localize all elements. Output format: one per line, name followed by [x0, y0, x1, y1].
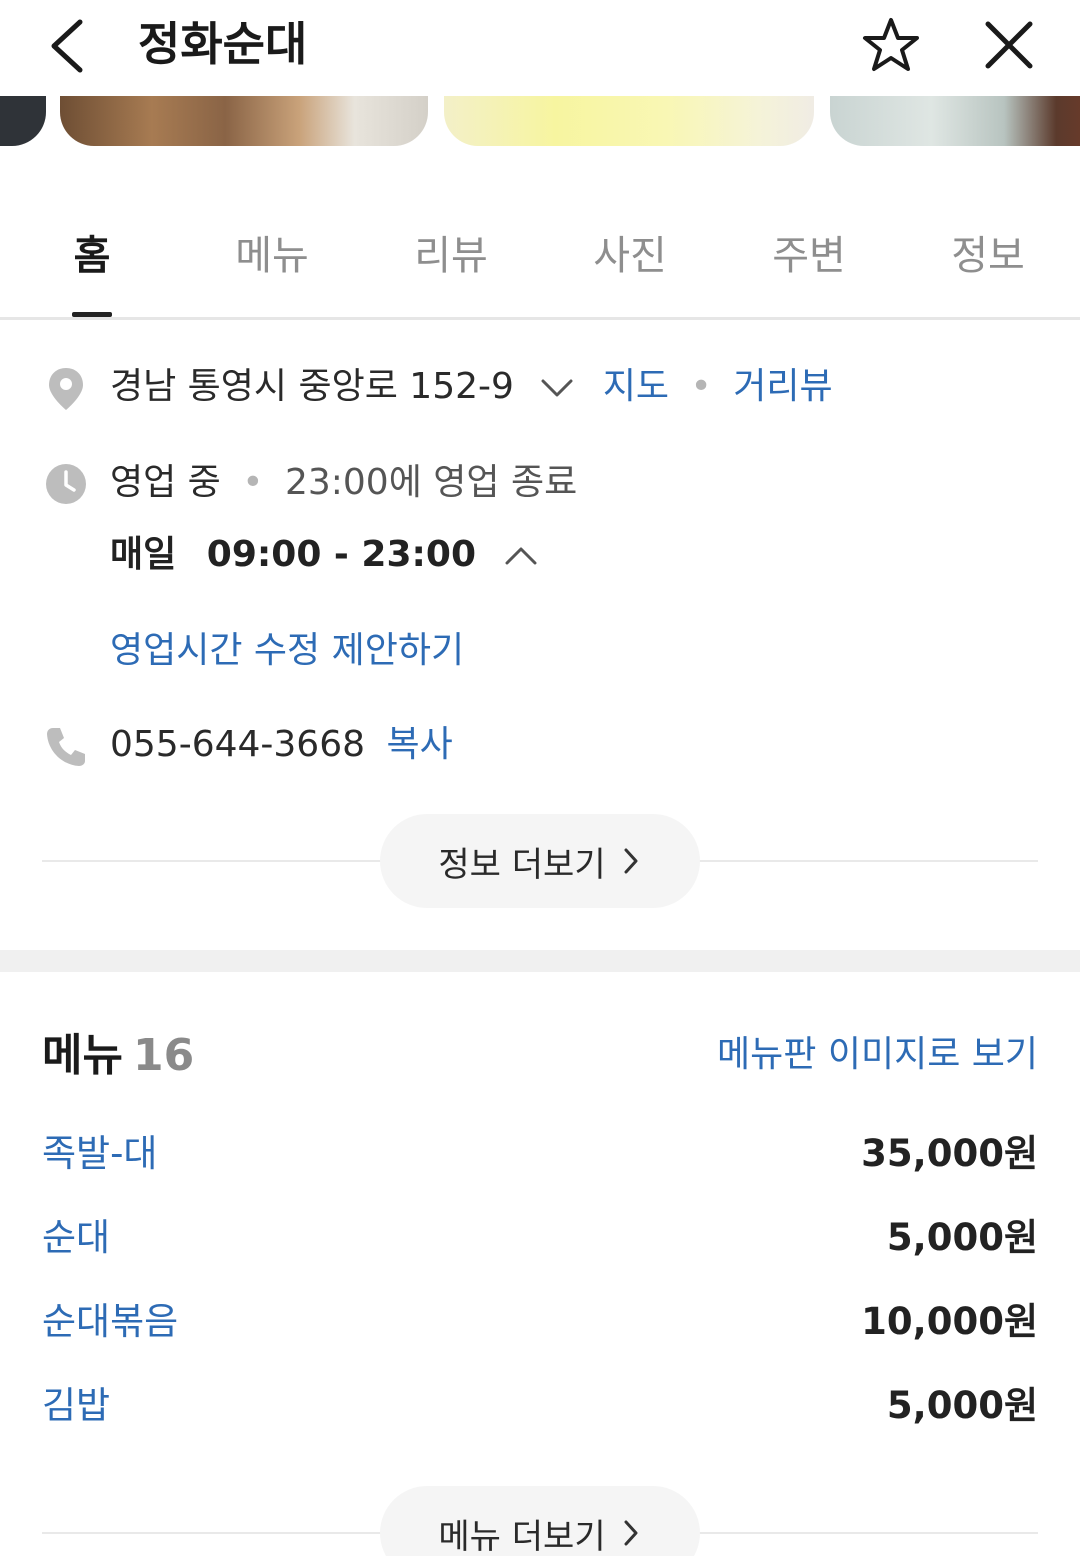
tab-info[interactable]: 정보 — [928, 226, 1048, 286]
section-separator — [0, 950, 1080, 972]
more-menu-button[interactable]: 메뉴 더보기 — [380, 1486, 700, 1556]
hours-range: 09:00 - 23:00 — [206, 534, 476, 575]
hours-collapse-button[interactable] — [501, 536, 541, 576]
menu-item[interactable]: 순대 5,000원 — [42, 1210, 1038, 1266]
menu-item[interactable]: 순대볶음 10,000원 — [42, 1294, 1038, 1350]
chevron-right-icon — [624, 1520, 638, 1546]
phone-number[interactable]: 055-644-3668 — [110, 724, 365, 765]
view-menu-image-link[interactable]: 메뉴판 이미지로 보기 — [717, 1030, 1038, 1080]
open-status: 영업 중 — [110, 462, 221, 503]
address-text: 경남 통영시 중앙로 152-9 — [110, 366, 514, 407]
separator-dot: • — [690, 366, 712, 407]
back-button[interactable] — [40, 14, 100, 78]
star-icon — [863, 18, 919, 71]
map-link[interactable]: 지도 — [603, 366, 669, 407]
menu-item-name: 김밥 — [42, 1384, 111, 1427]
phone-icon — [47, 728, 85, 766]
menu-item[interactable]: 족발-대 35,000원 — [42, 1126, 1038, 1182]
copy-phone-button[interactable]: 복사 — [386, 724, 452, 765]
tab-home[interactable]: 홈 — [32, 226, 152, 286]
tab-bar: 홈 메뉴 리뷰 사진 주변 정보 — [0, 196, 1080, 320]
chevron-up-icon — [505, 547, 537, 565]
tab-reviews[interactable]: 리뷰 — [391, 226, 511, 286]
close-icon — [985, 21, 1033, 69]
photo-carousel[interactable] — [0, 96, 1080, 146]
menu-item-price: 5,000원 — [886, 1216, 1038, 1259]
menu-item-name: 순대 — [42, 1216, 111, 1259]
hours-day: 매일 — [110, 534, 177, 575]
photo-thumbnail[interactable] — [0, 96, 46, 146]
streetview-link[interactable]: 거리뷰 — [733, 366, 832, 407]
menu-count: 16 — [132, 1030, 195, 1081]
menu-item-price: 5,000원 — [886, 1384, 1038, 1427]
active-tab-indicator — [72, 312, 112, 317]
chevron-left-icon — [51, 19, 83, 73]
menu-item-price: 10,000원 — [861, 1300, 1038, 1343]
place-title: 정화순대 — [138, 17, 308, 71]
menu-item-price: 35,000원 — [861, 1132, 1038, 1175]
closing-time: 23:00에 영업 종료 — [284, 462, 578, 503]
chevron-down-icon — [541, 379, 573, 397]
close-button[interactable] — [978, 14, 1040, 76]
menu-item[interactable]: 김밥 5,000원 — [42, 1378, 1038, 1434]
tab-menu[interactable]: 메뉴 — [212, 226, 332, 286]
menu-section-title: 메뉴 16 — [42, 1028, 194, 1084]
more-info-label: 정보 더보기 — [438, 844, 606, 885]
chevron-right-icon — [624, 848, 638, 874]
more-info-button[interactable]: 정보 더보기 — [380, 814, 700, 908]
menu-item-name: 순대볶음 — [42, 1300, 179, 1343]
more-menu-label: 메뉴 더보기 — [438, 1516, 606, 1556]
hours-detail[interactable]: 매일 09:00 - 23:00 — [110, 530, 541, 580]
tab-photos[interactable]: 사진 — [570, 226, 690, 286]
clock-icon — [46, 464, 86, 504]
suggest-hours-edit-link[interactable]: 영업시간 수정 제안하기 — [110, 626, 464, 676]
photo-thumbnail[interactable] — [830, 96, 1080, 146]
address-expand-button[interactable] — [537, 368, 577, 408]
tab-nearby[interactable]: 주변 — [749, 226, 869, 286]
favorite-button[interactable] — [860, 14, 922, 76]
photo-thumbnail[interactable] — [444, 96, 814, 146]
menu-item-name: 족발-대 — [42, 1132, 158, 1175]
separator-dot: • — [242, 462, 264, 503]
location-pin-icon — [49, 368, 83, 410]
top-app-bar: 정화순대 — [0, 0, 1080, 96]
menu-title-label: 메뉴 — [42, 1030, 123, 1081]
photo-thumbnail[interactable] — [60, 96, 428, 146]
